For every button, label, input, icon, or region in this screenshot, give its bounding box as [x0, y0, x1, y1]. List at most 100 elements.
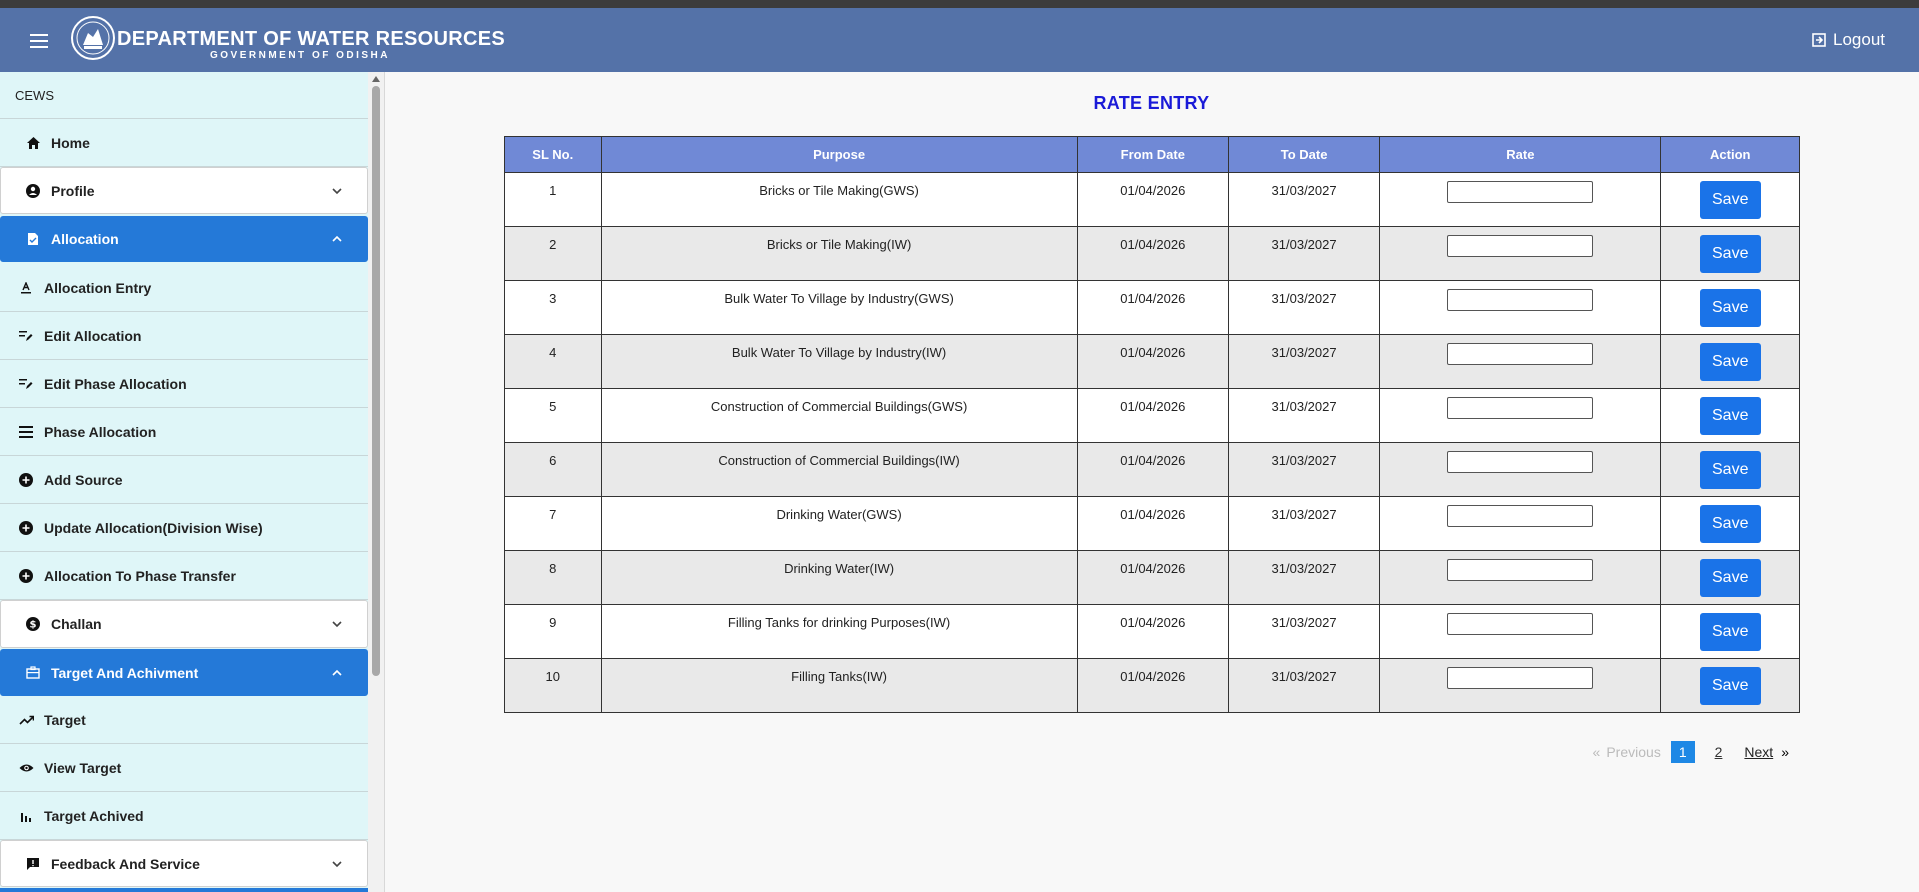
- sidebar-top-label: CEWS: [0, 72, 368, 119]
- dollar-circle-icon: $: [25, 616, 41, 632]
- table-row: 9 Filling Tanks for drinking Purposes(IW…: [504, 604, 1800, 659]
- save-button[interactable]: Save: [1699, 613, 1761, 651]
- cell-sl-no: 2: [504, 226, 602, 281]
- cell-purpose: Bulk Water To Village by Industry(IW): [600, 334, 1078, 389]
- odisha-emblem-logo: [71, 16, 115, 60]
- sidebar-item-edit-allocation[interactable]: Edit Allocation: [0, 312, 368, 360]
- cell-rate: [1379, 442, 1662, 497]
- cell-sl-no: 7: [504, 496, 602, 551]
- sidebar-section-allocation[interactable]: Allocation: [0, 216, 368, 262]
- sidebar-item-add-source[interactable]: Add Source: [0, 456, 368, 504]
- page-link-1[interactable]: 1: [1670, 741, 1695, 763]
- table-header-row: SL No. Purpose From Date To Date Rate Ac…: [504, 136, 1800, 173]
- briefcase-icon: [25, 665, 41, 681]
- column-header-to-date: To Date: [1227, 136, 1381, 173]
- save-button[interactable]: Save: [1699, 343, 1761, 381]
- sidebar-section-feedback-and-service[interactable]: Feedback And Service: [0, 840, 368, 887]
- pagination: « Previous 1 2 Next »: [1593, 741, 1789, 763]
- sidebar-item-allocation-to-phase-transfer[interactable]: Allocation To Phase Transfer: [0, 552, 368, 600]
- edit-note-icon: [18, 328, 34, 344]
- scroll-up-arrow-icon[interactable]: [372, 76, 380, 82]
- rate-input[interactable]: [1447, 235, 1594, 257]
- logout-button[interactable]: Logout: [1811, 30, 1885, 50]
- add-circle-icon: [18, 472, 34, 488]
- next-page-link[interactable]: Next: [1744, 744, 1773, 760]
- sidebar-item-label: Phase Allocation: [44, 423, 157, 440]
- rate-input[interactable]: [1447, 289, 1594, 311]
- cell-rate: [1379, 604, 1662, 659]
- rate-input[interactable]: [1447, 559, 1594, 581]
- page-link-2[interactable]: 2: [1707, 741, 1731, 763]
- cell-rate: [1379, 172, 1662, 227]
- sidebar-section-target-and-achivment[interactable]: Target And Achivment: [0, 649, 368, 696]
- trending-up-icon: [18, 712, 34, 728]
- next-arrow-icon: »: [1781, 744, 1789, 760]
- cell-action: Save: [1660, 550, 1800, 605]
- rate-input[interactable]: [1447, 181, 1594, 203]
- add-circle-icon: [18, 568, 34, 584]
- previous-page-link[interactable]: Previous: [1606, 744, 1660, 760]
- rate-input[interactable]: [1447, 613, 1594, 635]
- cell-from-date: 01/04/2026: [1076, 658, 1229, 713]
- save-button[interactable]: Save: [1699, 397, 1761, 435]
- save-button[interactable]: Save: [1699, 559, 1761, 597]
- sidebar-item-edit-phase-allocation[interactable]: Edit Phase Allocation: [0, 360, 368, 408]
- rate-input[interactable]: [1447, 451, 1594, 473]
- save-button[interactable]: Save: [1699, 235, 1761, 273]
- sidebar-item-view-target[interactable]: View Target: [0, 744, 368, 792]
- sidebar-item-home-label: Home: [51, 135, 90, 151]
- sidebar: CEWS Home Profile Allocation Allocation …: [0, 72, 368, 892]
- sidebar-item-label: View Target: [44, 759, 122, 776]
- cell-to-date: 31/03/2027: [1227, 604, 1381, 659]
- cell-sl-no: 3: [504, 280, 602, 335]
- cell-from-date: 01/04/2026: [1076, 280, 1229, 335]
- sidebar-item-phase-allocation[interactable]: Phase Allocation: [0, 408, 368, 456]
- page-title: RATE ENTRY: [1093, 93, 1210, 113]
- sidebar-item-target-achived[interactable]: Target Achived: [0, 792, 368, 840]
- save-button[interactable]: Save: [1699, 505, 1761, 543]
- sidebar-section-challan[interactable]: $ Challan: [0, 600, 368, 648]
- sidebar-section-allocation-label: Allocation: [51, 231, 119, 247]
- home-icon: [25, 135, 41, 151]
- cell-action: Save: [1660, 442, 1800, 497]
- svg-text:$: $: [30, 620, 37, 631]
- rate-input[interactable]: [1447, 667, 1594, 689]
- cell-purpose: Filling Tanks(IW): [600, 658, 1078, 713]
- sidebar-item-home[interactable]: Home: [0, 120, 368, 167]
- sidebar-item-label: Target: [44, 711, 86, 728]
- cell-rate: [1379, 496, 1662, 551]
- cell-from-date: 01/04/2026: [1076, 388, 1229, 443]
- cell-purpose: Bricks or Tile Making(IW): [600, 226, 1078, 281]
- sidebar-section-target-label: Target And Achivment: [51, 664, 199, 681]
- cell-action: Save: [1660, 496, 1800, 551]
- save-button[interactable]: Save: [1699, 451, 1761, 489]
- sidebar-next-section-edge: [0, 888, 368, 892]
- eye-icon: [18, 760, 34, 776]
- save-button[interactable]: Save: [1699, 289, 1761, 327]
- column-header-purpose: Purpose: [600, 136, 1078, 173]
- chevron-up-icon: [332, 235, 342, 242]
- sidebar-section-profile[interactable]: Profile: [0, 167, 368, 214]
- table-row: 2 Bricks or Tile Making(IW) 01/04/2026 3…: [504, 226, 1800, 281]
- chevron-up-icon: [332, 669, 342, 676]
- sidebar-item-label: Allocation To Phase Transfer: [44, 567, 236, 584]
- sidebar-item-target[interactable]: Target: [0, 696, 368, 744]
- rate-input[interactable]: [1447, 505, 1594, 527]
- cell-rate: [1379, 334, 1662, 389]
- table-row: 10 Filling Tanks(IW) 01/04/2026 31/03/20…: [504, 658, 1800, 713]
- sidebar-item-allocation-entry[interactable]: Allocation Entry: [0, 264, 368, 312]
- rate-input[interactable]: [1447, 397, 1594, 419]
- scrollbar-thumb[interactable]: [372, 86, 380, 676]
- app-header: DEPARTMENT OF WATER RESOURCES GOVERNMENT…: [0, 8, 1919, 72]
- menu-icon[interactable]: [30, 34, 48, 48]
- document-icon: [25, 231, 41, 247]
- add-circle-icon: [18, 520, 34, 536]
- chevron-down-icon: [332, 621, 342, 628]
- save-button[interactable]: Save: [1699, 667, 1761, 705]
- column-header-action: Action: [1660, 136, 1800, 173]
- sidebar-scrollbar[interactable]: [368, 72, 384, 892]
- user-circle-icon: [25, 183, 41, 199]
- rate-input[interactable]: [1447, 343, 1594, 365]
- sidebar-item-update-allocation[interactable]: Update Allocation(Division Wise): [0, 504, 368, 552]
- save-button[interactable]: Save: [1699, 181, 1761, 219]
